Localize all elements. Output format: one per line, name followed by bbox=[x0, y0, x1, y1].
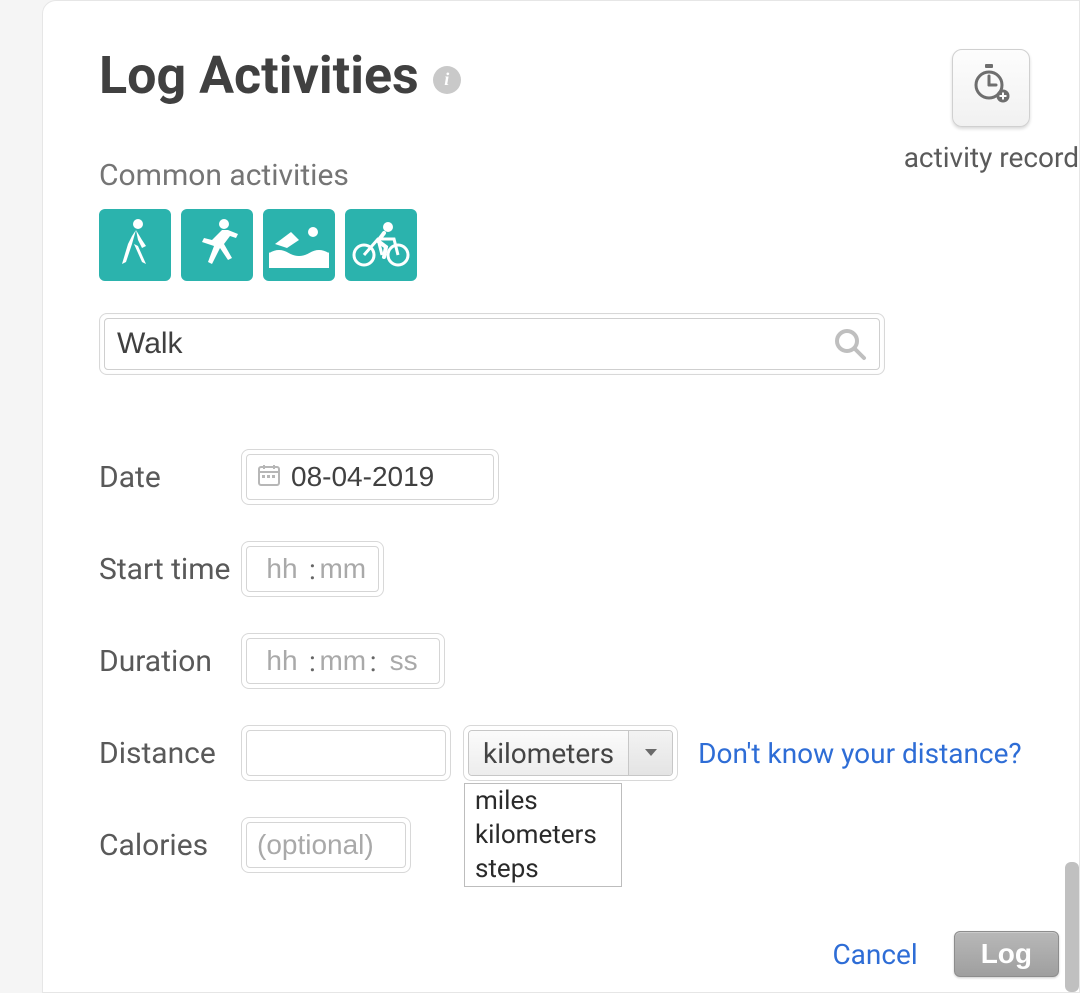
distance-help-link[interactable]: Don't know your distance? bbox=[698, 737, 1022, 770]
start-time-wrap: : bbox=[241, 541, 384, 597]
activity-record-label: activity record bbox=[904, 141, 1079, 174]
activity-run-button[interactable] bbox=[181, 209, 253, 281]
activity-record-section: activity record bbox=[904, 49, 1079, 174]
activity-search-field[interactable] bbox=[104, 318, 880, 370]
duration-hh-input[interactable] bbox=[257, 645, 307, 677]
page-title: Log Activities i bbox=[99, 45, 461, 106]
distance-field[interactable] bbox=[246, 730, 446, 776]
start-mm-input[interactable] bbox=[318, 553, 368, 585]
activity-swim-button[interactable] bbox=[263, 209, 335, 281]
start-time-field[interactable]: : bbox=[246, 546, 379, 592]
activity-search-wrap bbox=[99, 313, 885, 375]
calories-input[interactable] bbox=[257, 829, 395, 861]
calories-wrap bbox=[241, 817, 411, 873]
duration-field[interactable]: : : bbox=[246, 638, 440, 684]
bike-icon bbox=[350, 219, 412, 271]
row-start-time: Start time : bbox=[99, 541, 1079, 597]
footer-row: Cancel Log bbox=[99, 931, 1059, 977]
date-field-wrap bbox=[241, 449, 499, 505]
distance-unit-select-wrap: kilometers bbox=[463, 725, 678, 781]
activity-record-button[interactable] bbox=[952, 49, 1030, 127]
label-start-time: Start time bbox=[99, 552, 241, 587]
duration-wrap: : : bbox=[241, 633, 445, 689]
walk-icon bbox=[112, 216, 158, 274]
unit-option-miles[interactable]: miles bbox=[465, 784, 621, 818]
date-input[interactable] bbox=[291, 461, 483, 493]
start-hh-input[interactable] bbox=[257, 553, 307, 585]
row-distance: Distance kilometers Don't know your dist… bbox=[99, 725, 1079, 781]
form-grid: Date bbox=[99, 449, 1079, 873]
duration-mm-input[interactable] bbox=[318, 645, 368, 677]
scrollbar-thumb[interactable] bbox=[1065, 862, 1079, 992]
common-activities-row bbox=[99, 209, 1079, 281]
duration-ss-input[interactable] bbox=[379, 645, 429, 677]
log-button[interactable]: Log bbox=[954, 931, 1059, 977]
date-field[interactable] bbox=[246, 454, 494, 500]
stopwatch-add-icon bbox=[969, 63, 1013, 114]
colon: : bbox=[307, 645, 318, 678]
row-duration: Duration : : bbox=[99, 633, 1079, 689]
log-activities-panel: Log Activities i activity record Common … bbox=[42, 0, 1080, 993]
label-calories: Calories bbox=[99, 828, 241, 863]
info-icon[interactable]: i bbox=[433, 66, 461, 94]
distance-input[interactable] bbox=[257, 737, 435, 769]
swim-icon bbox=[269, 218, 329, 272]
distance-unit-value: kilometers bbox=[469, 731, 628, 775]
activity-walk-button[interactable] bbox=[99, 209, 171, 281]
page-title-text: Log Activities bbox=[99, 45, 419, 106]
unit-option-steps[interactable]: steps bbox=[465, 852, 621, 886]
label-duration: Duration bbox=[99, 644, 241, 679]
chevron-down-icon bbox=[628, 731, 672, 775]
colon: : bbox=[307, 553, 318, 586]
search-icon bbox=[833, 327, 867, 361]
label-date: Date bbox=[99, 460, 241, 495]
distance-unit-dropdown[interactable]: miles kilometers steps bbox=[464, 783, 622, 887]
colon: : bbox=[368, 645, 379, 678]
row-date: Date bbox=[99, 449, 1079, 505]
calories-field[interactable] bbox=[246, 822, 406, 868]
calendar-icon bbox=[257, 463, 281, 491]
activity-search-input[interactable] bbox=[117, 327, 833, 361]
unit-option-kilometers[interactable]: kilometers bbox=[465, 818, 621, 852]
cancel-button[interactable]: Cancel bbox=[832, 938, 917, 971]
distance-wrap bbox=[241, 725, 451, 781]
distance-unit-select[interactable]: kilometers bbox=[468, 730, 673, 776]
activity-bike-button[interactable] bbox=[345, 209, 417, 281]
run-icon bbox=[190, 216, 244, 274]
label-distance: Distance bbox=[99, 736, 241, 771]
